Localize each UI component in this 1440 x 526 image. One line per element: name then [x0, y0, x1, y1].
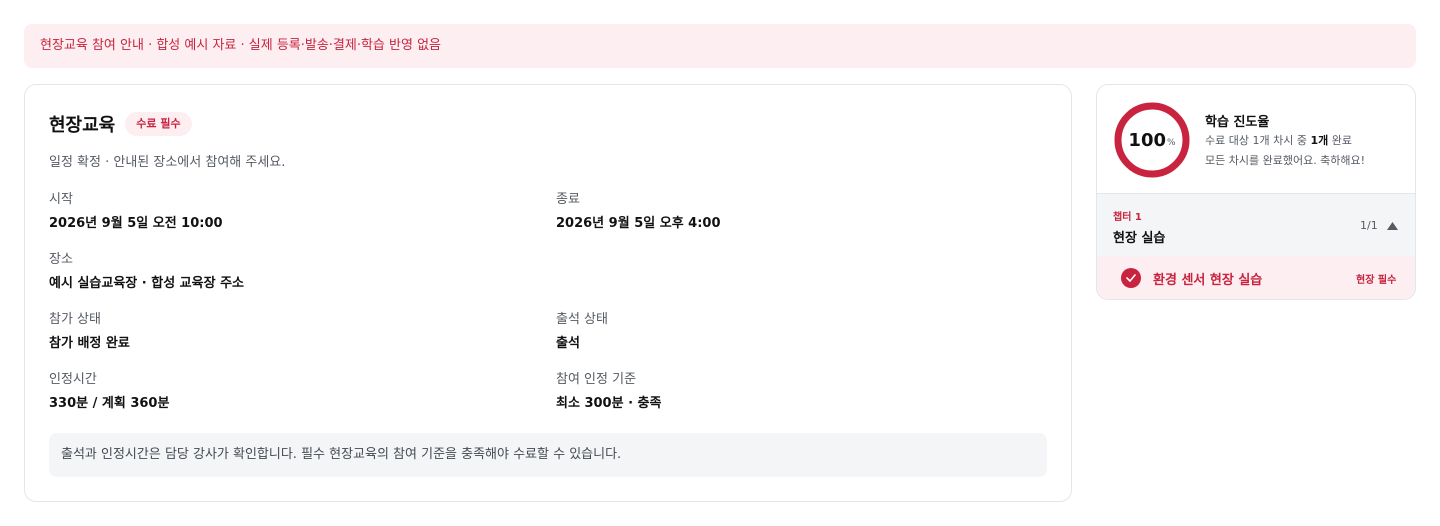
start-field: 시작 2026년 9월 5일 오전 10:00 — [49, 191, 223, 233]
attendance-label: 출석 상태 — [556, 312, 608, 327]
credited-time-field: 인정시간 330분 / 계획 360분 — [49, 371, 169, 413]
participation-value: 참가 배정 완료 — [49, 336, 130, 351]
chapter-title: 현장 실습 — [1113, 231, 1166, 246]
check-circle-icon — [1121, 268, 1141, 288]
progress-percent-value: 100 — [1128, 129, 1166, 151]
lesson-tag: 현장 필수 — [1356, 275, 1397, 286]
criteria-label: 참여 인정 기준 — [556, 372, 637, 387]
chapter-count: 1/1 — [1360, 219, 1378, 232]
participation-label: 참가 상태 — [49, 312, 101, 327]
progress-summary-count: 1개 — [1310, 134, 1329, 147]
session-card: 현장교육 수료 필수 일정 확정 · 안내된 장소에서 참여해 주세요. 시작 … — [24, 84, 1072, 502]
session-subtitle: 일정 확정 · 안내된 장소에서 참여해 주세요. — [49, 155, 286, 170]
participation-field: 참가 상태 참가 배정 완료 — [49, 311, 130, 353]
end-label: 종료 — [556, 192, 580, 207]
lesson-item[interactable]: 환경 센서 현장 실습 현장 필수 — [1097, 256, 1415, 299]
location-value: 예시 실습교육장 · 합성 교육장 주소 — [49, 276, 245, 291]
start-value: 2026년 9월 5일 오전 10:00 — [49, 216, 223, 231]
credited-time-value: 330분 / 계획 360분 — [49, 396, 170, 411]
progress-summary-suffix: 완료 — [1328, 134, 1352, 147]
progress-percent-unit: % — [1167, 137, 1176, 148]
start-label: 시작 — [49, 192, 73, 207]
lesson-title: 환경 센서 현장 실습 — [1153, 273, 1263, 288]
criteria-value: 최소 300분 · 충족 — [556, 396, 662, 411]
attendance-field: 출석 상태 출석 — [556, 311, 608, 353]
progress-done-message: 모든 차시를 완료했어요. 축하해요! — [1205, 154, 1366, 167]
caret-up-icon[interactable] — [1385, 220, 1399, 232]
end-value: 2026년 9월 5일 오후 4:00 — [556, 216, 721, 231]
progress-summary: 수료 대상 1개 차시 중 1개 완료 — [1205, 132, 1352, 148]
progress-summary-prefix: 수료 대상 1개 차시 중 — [1205, 134, 1311, 147]
required-badge: 수료 필수 — [125, 112, 192, 136]
criteria-field: 참여 인정 기준 최소 300분 · 충족 — [556, 371, 661, 413]
session-header: 현장교육 수료 필수 — [49, 111, 192, 137]
location-label: 장소 — [49, 252, 73, 267]
location-field: 장소 예시 실습교육장 · 합성 교육장 주소 — [49, 251, 244, 293]
attendance-note: 출석과 인정시간은 담당 강사가 확인합니다. 필수 현장교육의 참여 기준을 … — [49, 433, 1047, 477]
progress-percent: 100% — [1113, 101, 1191, 179]
progress-panel: 100% 학습 진도율 수료 대상 1개 차시 중 1개 완료 모든 차시를 완… — [1096, 84, 1416, 300]
progress-title: 학습 진도율 — [1205, 115, 1270, 130]
credited-time-label: 인정시간 — [49, 372, 97, 387]
end-field: 종료 2026년 9월 5일 오후 4:00 — [556, 191, 721, 233]
chapter-label: 챕터 1 — [1113, 212, 1142, 223]
attendance-value: 출석 — [556, 336, 580, 351]
notice-banner: 현장교육 참여 안내 · 합성 예시 자료 · 실제 등록·발송·결제·학습 반… — [24, 24, 1416, 68]
chapter-header[interactable]: 챕터 1 현장 실습 1/1 — [1097, 193, 1415, 256]
session-title: 현장교육 — [49, 115, 116, 136]
